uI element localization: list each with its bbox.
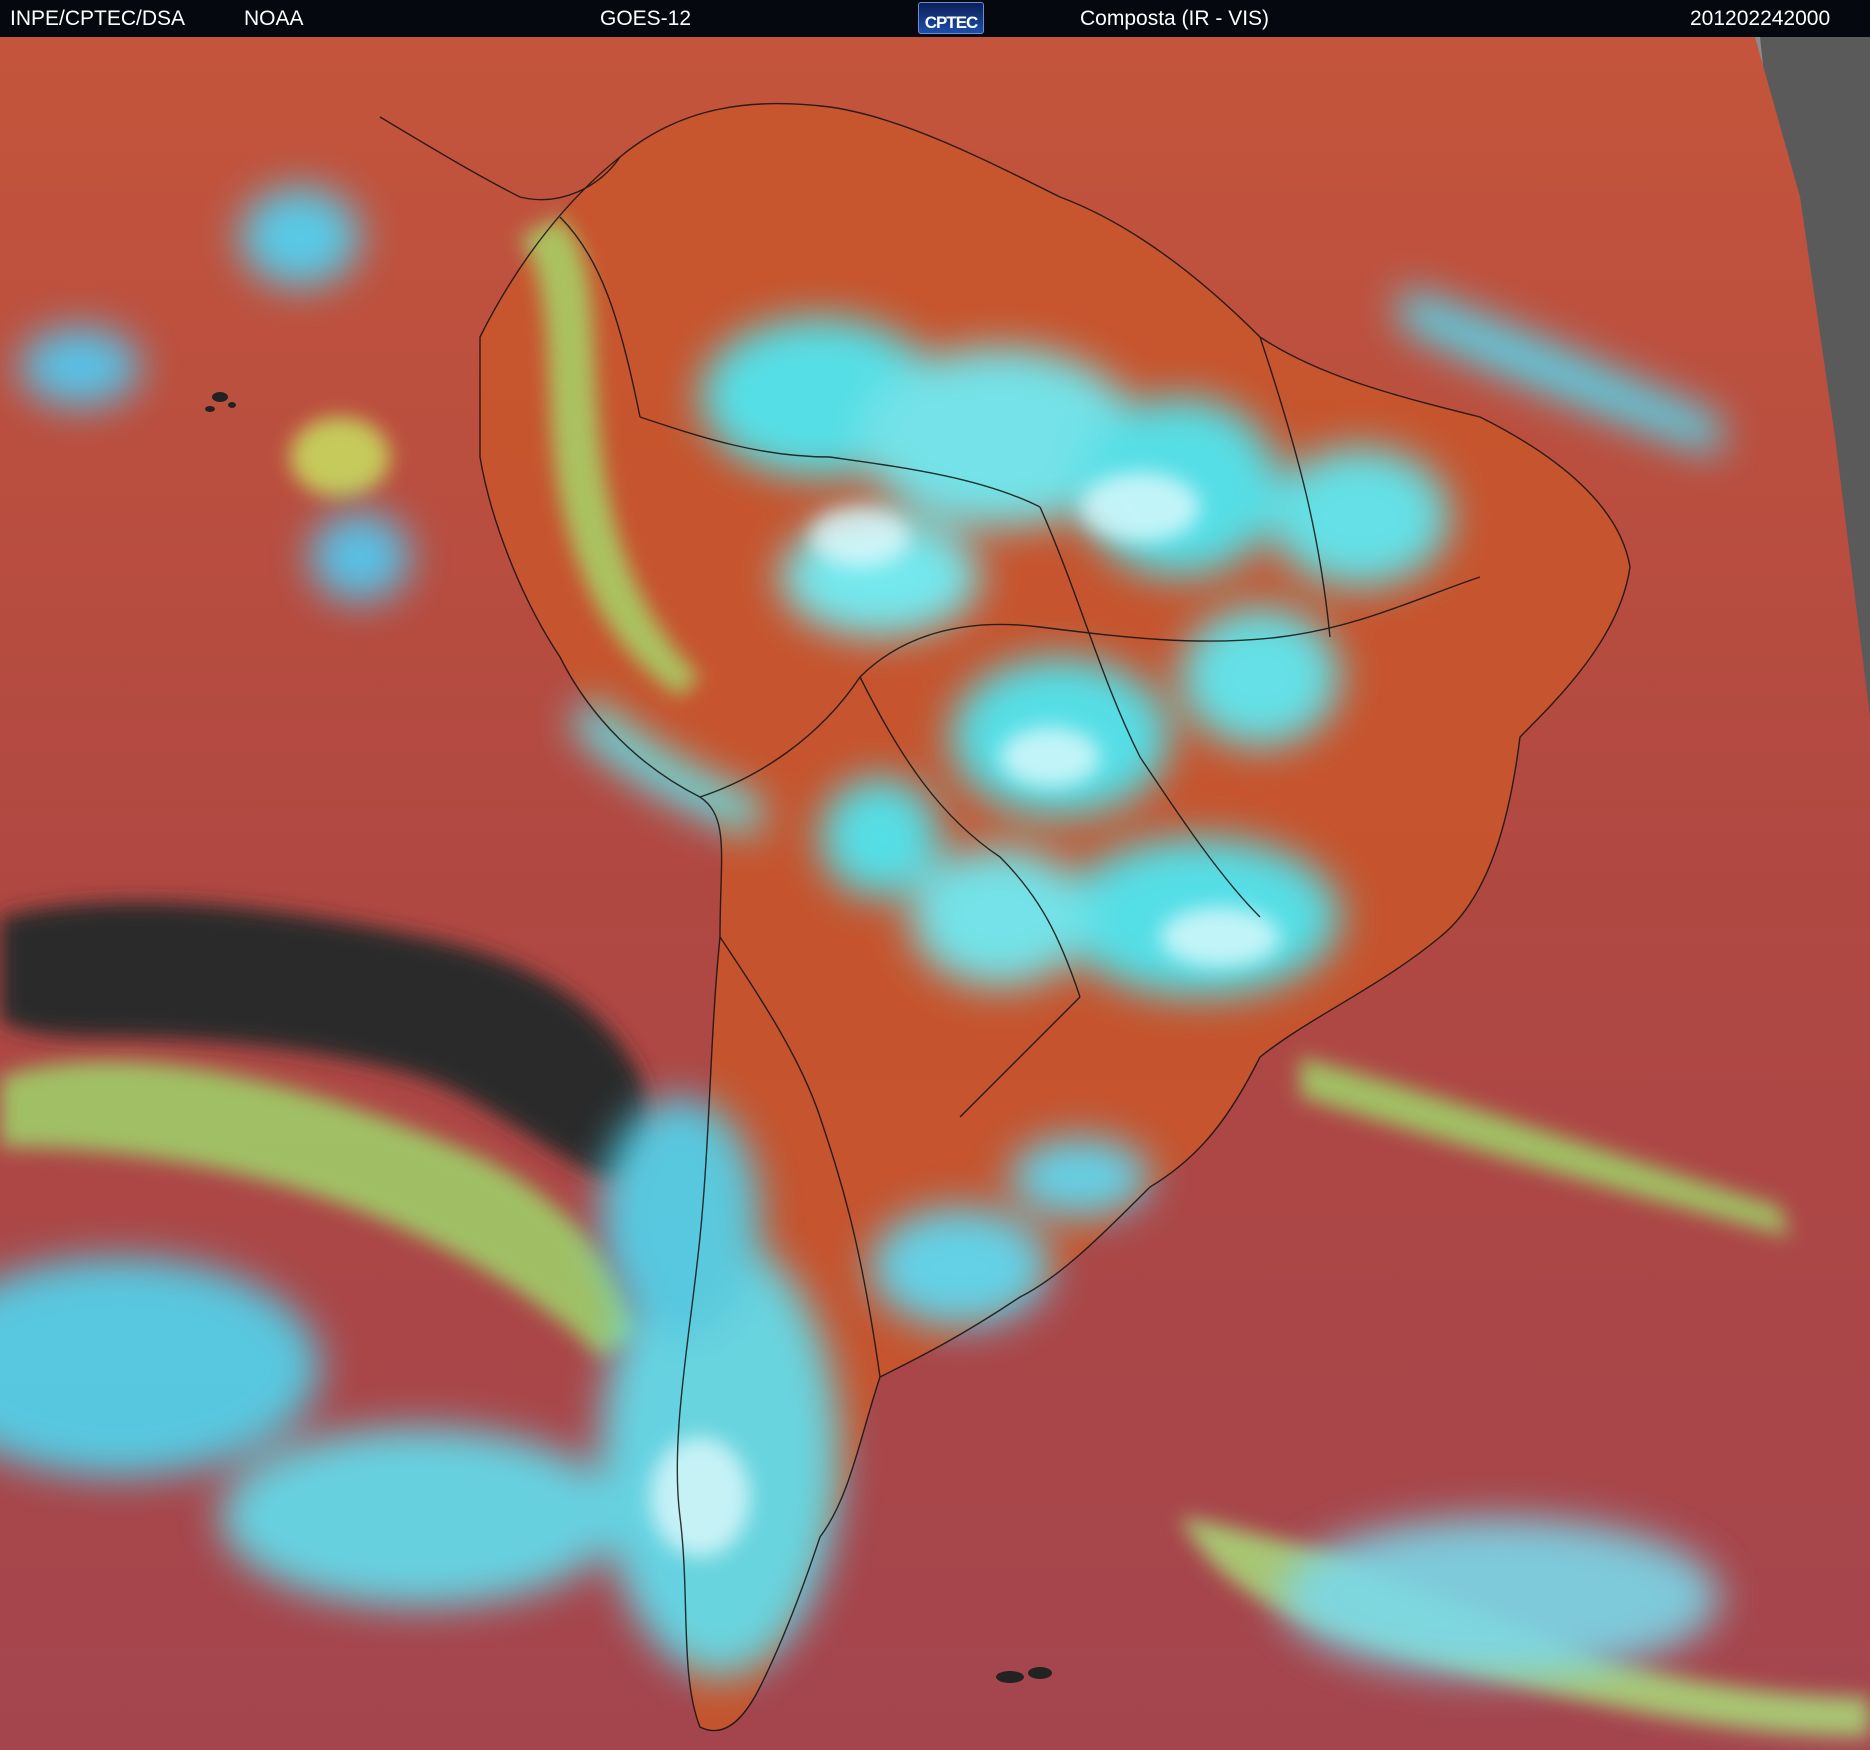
org-label: INPE/CPTEC/DSA [10,7,186,30]
satellite-label: GOES-12 [600,7,692,30]
agency-label: NOAA [244,7,304,30]
satellite-image [0,37,1870,1750]
satellite-map-canvas [0,37,1870,1750]
timestamp-label: 201202242000 [1690,7,1831,30]
cptec-logo: CPTEC [918,2,984,34]
image-header: INPE/CPTEC/DSA NOAA GOES-12 CPTEC Compos… [0,0,1870,37]
product-label: Composta (IR - VIS) [1080,7,1270,30]
